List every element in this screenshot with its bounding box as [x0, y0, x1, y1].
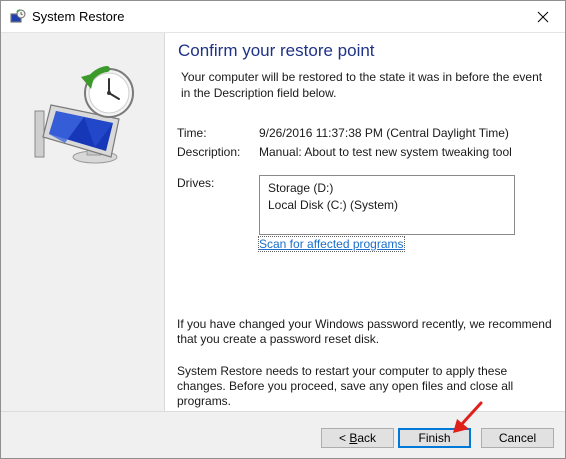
- drives-list[interactable]: Storage (D:) Local Disk (C:) (System): [259, 175, 515, 235]
- drives-label: Drives:: [177, 176, 215, 190]
- list-item[interactable]: Storage (D:): [268, 181, 333, 195]
- time-value: 9/26/2016 11:37:38 PM (Central Daylight …: [259, 126, 509, 140]
- close-icon: [537, 11, 549, 22]
- back-button-label: Back: [349, 431, 377, 445]
- description-value: Manual: About to test new system tweakin…: [259, 145, 512, 159]
- system-restore-icon: [10, 9, 26, 23]
- close-button[interactable]: [521, 1, 565, 32]
- left-panel: [1, 33, 165, 411]
- back-arrow-icon: <: [338, 431, 350, 445]
- intro-text: Your computer will be restored to the st…: [181, 70, 543, 100]
- list-item[interactable]: Local Disk (C:) (System): [268, 198, 398, 212]
- system-restore-window: System Restore Confirm your restore poin…: [0, 0, 566, 459]
- description-label: Description:: [177, 145, 241, 159]
- back-button[interactable]: < Back: [321, 428, 394, 448]
- restart-note: System Restore needs to restart your com…: [177, 364, 514, 408]
- time-label: Time:: [177, 126, 207, 140]
- scan-affected-programs-link[interactable]: Scan for affected programs: [258, 236, 405, 252]
- title-bar: System Restore: [1, 1, 565, 33]
- window-title: System Restore: [32, 9, 125, 24]
- password-note: If you have changed your Windows passwor…: [177, 317, 552, 346]
- cancel-button[interactable]: Cancel: [481, 428, 554, 448]
- content-panel: Confirm your restore point Your computer…: [165, 33, 565, 411]
- page-title: Confirm your restore point: [178, 41, 375, 60]
- annotation-arrow-icon: [453, 401, 483, 433]
- system-restore-hero-icon: [34, 66, 134, 164]
